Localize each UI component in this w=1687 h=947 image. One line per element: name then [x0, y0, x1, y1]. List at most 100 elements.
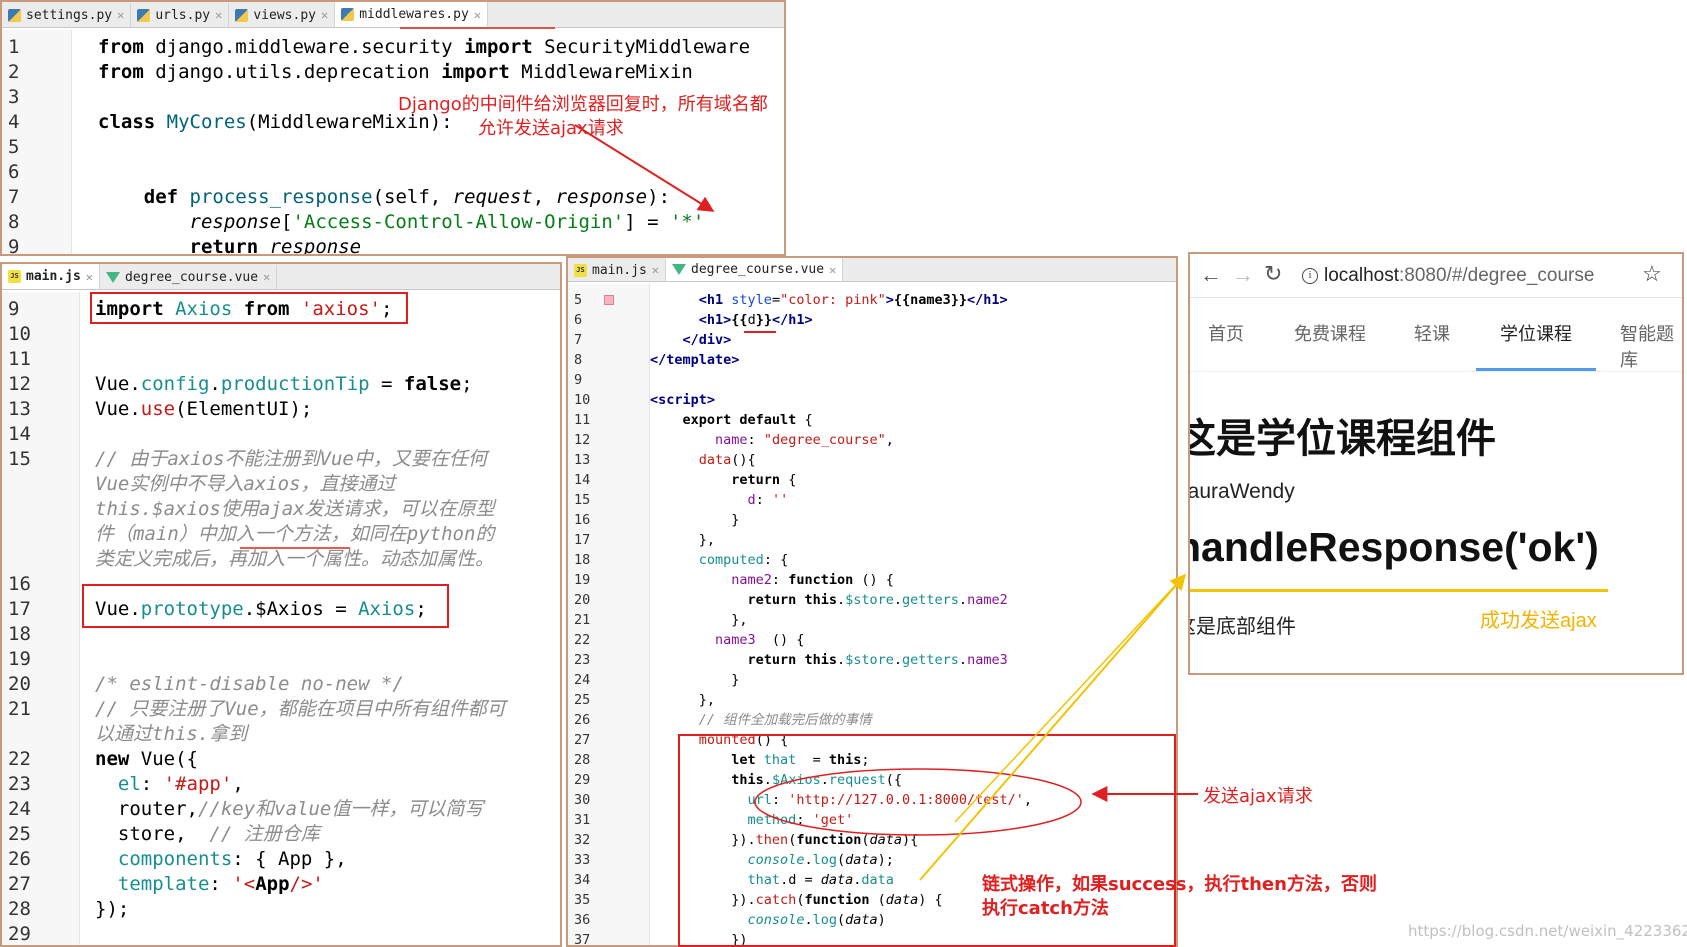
tab-main-js[interactable]: JS main.js ✕	[2, 264, 101, 289]
code-token: : {	[763, 552, 789, 568]
code-line[interactable]: 9	[568, 370, 1176, 390]
nav-light-course[interactable]: 轻课	[1414, 320, 1450, 346]
middlewares-editor: settings.py ✕ urls.py ✕ views.py ✕ middlewa…	[0, 0, 786, 256]
code-line[interactable]: 14	[2, 422, 560, 447]
code-line[interactable]: 6	[2, 160, 784, 185]
code-line[interactable]: 22 new Vue({	[2, 747, 560, 772]
code-area[interactable]: 1 from django.middleware.security import …	[2, 30, 784, 254]
code-line[interactable]: 5	[2, 135, 784, 160]
close-icon[interactable]: ✕	[263, 270, 270, 284]
code-line[interactable]: 件（main）中加入一个方法，如同在python的	[2, 522, 560, 547]
code-line[interactable]: this.$axios使用ajax发送请求，可以在原型	[2, 497, 560, 522]
code-token: .	[958, 592, 968, 608]
code-line[interactable]: 15 // 由于axios不能注册到Vue中，又要在任何	[2, 447, 560, 472]
nav-degree-course[interactable]: 学位课程	[1500, 320, 1572, 346]
code-line[interactable]: 19	[2, 647, 560, 672]
code-line[interactable]: 25 },	[568, 690, 1176, 710]
code-line[interactable]: Vue实例中不导入axios，直接通过	[2, 472, 560, 497]
close-icon[interactable]: ✕	[652, 263, 659, 277]
tab-degree-course-vue[interactable]: degree_course.vue ✕	[666, 258, 844, 281]
code-line[interactable]: 13 data(){	[568, 450, 1176, 470]
code-token: SecurityMiddleware	[544, 36, 751, 58]
close-icon[interactable]: ✕	[215, 8, 222, 22]
code-line[interactable]: 26 // 组件全加载完后做的事情	[568, 710, 1176, 730]
code-line[interactable]: 10 <script>	[568, 390, 1176, 410]
code-line[interactable]: 12 Vue.config.productionTip = false;	[2, 372, 560, 397]
code-line[interactable]: 8 </template>	[568, 350, 1176, 370]
star-icon[interactable]: ☆	[1642, 261, 1662, 287]
code-token: MyCores	[166, 111, 247, 133]
code-line[interactable]: 11	[2, 347, 560, 372]
code-line[interactable]: 8 response['Access-Control-Allow-Origin'…	[2, 210, 784, 235]
code-line[interactable]: 17 },	[568, 530, 1176, 550]
tab-urls-py[interactable]: urls.py ✕	[131, 3, 230, 27]
code-line[interactable]: 24 }	[568, 670, 1176, 690]
info-icon[interactable]: i	[1302, 268, 1318, 284]
code-line[interactable]: 7 </div>	[568, 330, 1176, 350]
line-number: 31	[574, 812, 591, 828]
code-line[interactable]: 9 return response	[2, 235, 784, 254]
tab-degree-course-vue[interactable]: degree_course.vue ✕	[100, 265, 278, 289]
code-line[interactable]: 29	[2, 922, 560, 945]
editor-tabbar: JS main.js ✕ degree_course.vue ✕	[2, 264, 560, 290]
nav-home[interactable]: 首页	[1208, 320, 1244, 346]
close-icon[interactable]: ✕	[117, 8, 124, 22]
tab-views-py[interactable]: views.py ✕	[229, 3, 336, 27]
back-icon[interactable]: ←	[1200, 262, 1222, 288]
nav-free-courses[interactable]: 免费课程	[1294, 320, 1366, 346]
line-number: 10	[574, 392, 591, 408]
close-icon[interactable]: ✕	[86, 270, 93, 284]
code-token: /* eslint-disable no-new */	[95, 673, 404, 695]
code-line[interactable]: 13 Vue.use(ElementUI);	[2, 397, 560, 422]
code-line[interactable]: 7 def process_response(self, request, re…	[2, 185, 784, 210]
line-number: 35	[574, 892, 591, 908]
code-line[interactable]: 12 name: "degree_course",	[568, 430, 1176, 450]
code-line[interactable]: 27 template: '<App/>'	[2, 872, 560, 897]
line-number: 10	[8, 323, 31, 345]
code-line[interactable]: 11 export default {	[568, 410, 1176, 430]
forward-icon[interactable]: →	[1232, 262, 1254, 288]
code-line[interactable]: 28});	[2, 897, 560, 922]
tab-main-js[interactable]: JS main.js ✕	[568, 259, 667, 281]
code-line[interactable]: 15 d: ''	[568, 490, 1176, 510]
code-token: name2	[967, 592, 1008, 608]
code-line[interactable]: 19 name2: function () {	[568, 570, 1176, 590]
code-line[interactable]: 22 name3 () {	[568, 630, 1176, 650]
close-icon[interactable]: ✕	[321, 8, 328, 22]
code-line[interactable]: 26 components: { App },	[2, 847, 560, 872]
code-line[interactable]: 20 /* eslint-disable no-new */	[2, 672, 560, 697]
code-line[interactable]: 24 router,//key和value值一样，可以简写	[2, 797, 560, 822]
code-line[interactable]: 18 computed: {	[568, 550, 1176, 570]
close-icon[interactable]: ✕	[829, 263, 836, 277]
code-line[interactable]: 1 from django.middleware.security import …	[2, 35, 784, 60]
address-bar[interactable]: i localhost:8080/#/degree_course	[1298, 260, 1670, 292]
code-line[interactable]: 23 return this.$store.getters.name3	[568, 650, 1176, 670]
code-line[interactable]: 25 store, // 注册仓库	[2, 822, 560, 847]
code-line[interactable]: 以通过this.拿到	[2, 722, 560, 747]
code-line[interactable]: 14 return {	[568, 470, 1176, 490]
code-line[interactable]: 2 from django.utils.deprecation import Mi…	[2, 60, 784, 85]
code-line[interactable]: 21 },	[568, 610, 1176, 630]
code-text: return this.$store.getters.name3	[650, 650, 1008, 670]
code-token: response	[189, 211, 282, 233]
code-line[interactable]: 6 <h1>{{d}}</h1>	[568, 310, 1176, 330]
code-line[interactable]: 20 return this.$store.getters.name2	[568, 590, 1176, 610]
code-line[interactable]: 23 el: '#app',	[2, 772, 560, 797]
code-text: </div>	[650, 330, 732, 350]
code-line[interactable]: 16 }	[568, 510, 1176, 530]
code-token: return this	[747, 652, 837, 668]
nav-question-bank[interactable]: 智能题库	[1620, 320, 1682, 372]
tab-middlewares-py[interactable]: middlewares.py ✕	[335, 2, 489, 27]
code-text: /* eslint-disable no-new */	[95, 672, 404, 697]
code-line[interactable]: 10	[2, 322, 560, 347]
tab-settings-py[interactable]: settings.py ✕	[2, 3, 132, 27]
reload-icon[interactable]: ↻	[1264, 261, 1282, 287]
code-line[interactable]: 21 // 只要注册了Vue，都能在项目中所有组件都可	[2, 697, 560, 722]
code-line[interactable]: 5 <h1 style="color: pink">{{name3}}</h1>	[568, 290, 1176, 310]
code-token: //key和value值一样，可以简写	[197, 798, 484, 820]
code-line[interactable]: 类定义完成后，再加入一个属性。动态加属性。	[2, 547, 560, 572]
code-token: from	[98, 61, 156, 83]
close-icon[interactable]: ✕	[474, 8, 481, 22]
